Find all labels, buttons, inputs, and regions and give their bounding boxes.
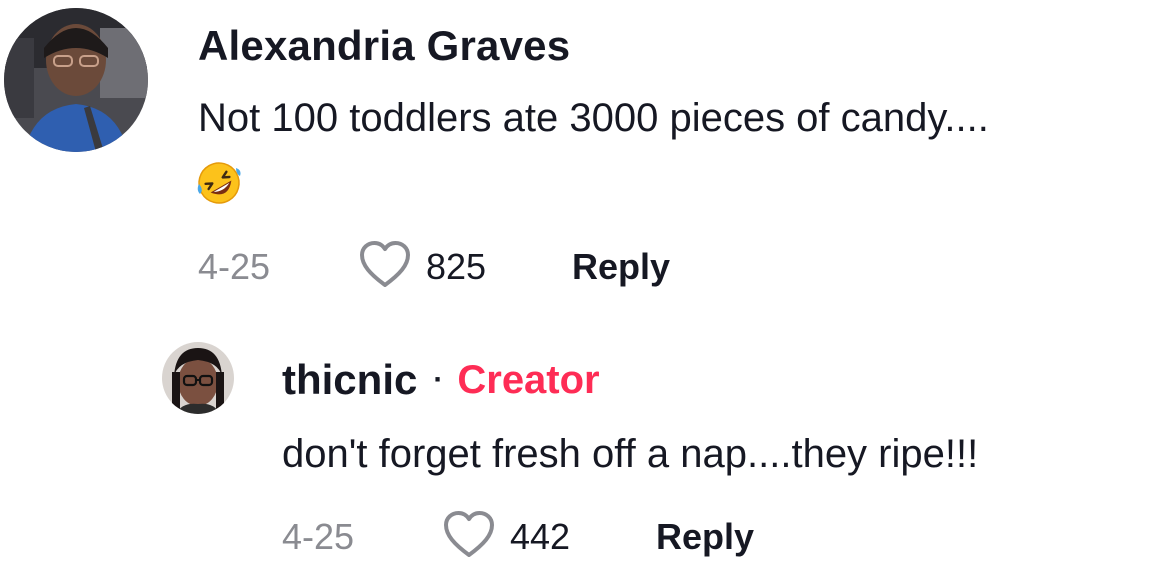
avatar[interactable] — [162, 342, 234, 414]
reply-comment: thicnic · Creator don't forget fresh off… — [0, 320, 1152, 568]
rolling-on-floor-laughing-emoji-icon — [196, 160, 242, 206]
comment-date: 4-25 — [198, 246, 271, 287]
comment-meta: 4-25 825 Reply — [198, 238, 898, 294]
reply-button[interactable]: Reply — [656, 516, 754, 558]
separator-dot: · — [433, 363, 444, 396]
comment: Alexandria Graves Not 100 toddlers ate 3… — [0, 0, 1152, 300]
comment-date: 4-25 — [282, 516, 355, 557]
like-count: 825 — [426, 246, 487, 287]
comment-text: don't forget fresh off a nap....they rip… — [282, 432, 979, 476]
reply-button[interactable]: Reply — [572, 246, 670, 288]
username[interactable]: Alexandria Graves — [198, 22, 570, 70]
username[interactable]: thicnic — [282, 356, 417, 404]
creator-badge: Creator — [457, 357, 600, 402]
heart-outline-icon[interactable] — [358, 240, 412, 290]
heart-outline-icon[interactable] — [442, 510, 496, 560]
username-row: thicnic · Creator — [282, 356, 600, 404]
comment-meta: 4-25 442 Reply — [282, 508, 982, 564]
comment-text: Not 100 toddlers ate 3000 pieces of cand… — [198, 96, 989, 140]
like-count: 442 — [510, 516, 571, 557]
avatar[interactable] — [4, 8, 148, 152]
